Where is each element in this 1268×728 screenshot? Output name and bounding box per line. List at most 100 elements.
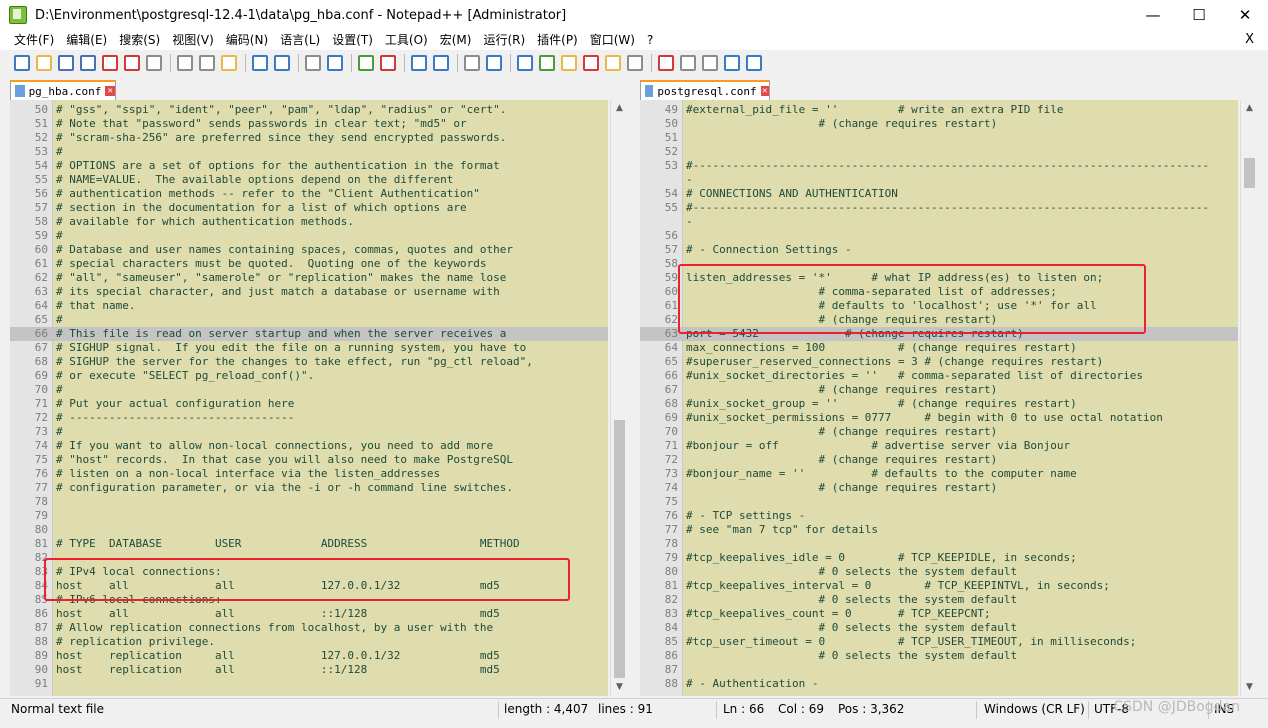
paste-icon[interactable] xyxy=(221,55,237,71)
code-line[interactable]: 50 # (change requires restart) xyxy=(640,117,1238,131)
close-window-button[interactable]: ✕ xyxy=(1222,0,1268,30)
code-line[interactable]: 75 xyxy=(640,495,1238,509)
folder-icon[interactable] xyxy=(605,55,621,71)
sync-h-icon[interactable] xyxy=(433,55,449,71)
code-line[interactable]: 52 # "scram-sha-256" are preferred since … xyxy=(10,131,608,145)
new-file-icon[interactable] xyxy=(14,55,30,71)
zoom-out-icon[interactable] xyxy=(380,55,396,71)
code-line[interactable]: 81 #tcp_keepalives_interval = 0 # TCP_KEE… xyxy=(640,579,1238,593)
code-line[interactable]: 63 port = 5432 # (change requires restart… xyxy=(640,327,1238,341)
code-line[interactable]: 53 #-------------------------------------… xyxy=(640,159,1238,173)
right-editor[interactable]: 49 #external_pid_file = '' # write an ext… xyxy=(640,100,1238,696)
tab-close-icon[interactable]: ✕ xyxy=(105,86,115,96)
menu-window[interactable]: 窗口(W) xyxy=(584,30,641,50)
code-line[interactable]: 75 # "host" records. In that case you wil… xyxy=(10,453,608,467)
code-line[interactable]: 66 #unix_socket_directories = '' # comma-… xyxy=(640,369,1238,383)
menu-edit[interactable]: 编辑(E) xyxy=(60,30,113,50)
sync-v-icon[interactable] xyxy=(411,55,427,71)
code-line[interactable]: - xyxy=(640,215,1238,229)
menu-run[interactable]: 运行(R) xyxy=(477,30,531,50)
copy-icon[interactable] xyxy=(199,55,215,71)
code-line[interactable]: 78 xyxy=(640,537,1238,551)
code-line[interactable]: 56 # authentication methods -- refer to t… xyxy=(10,187,608,201)
code-line[interactable]: 60 # Database and user names containing s… xyxy=(10,243,608,257)
code-line[interactable]: 80 # 0 selects the system default xyxy=(640,565,1238,579)
save-all-icon[interactable] xyxy=(80,55,96,71)
left-vertical-scrollbar[interactable]: ▲ ▼ xyxy=(610,100,628,696)
code-line[interactable]: 53 # xyxy=(10,145,608,159)
code-line[interactable]: 54 # OPTIONS are a set of options for the… xyxy=(10,159,608,173)
zoom-in-icon[interactable] xyxy=(358,55,374,71)
code-line[interactable]: 69 # or execute "SELECT pg_reload_conf()"… xyxy=(10,369,608,383)
code-line[interactable]: 50 # "gss", "sspi", "ident", "peer", "pam… xyxy=(10,103,608,117)
tab-close-icon[interactable]: ✕ xyxy=(760,86,769,96)
menu-encoding[interactable]: 编码(N) xyxy=(220,30,274,50)
code-line[interactable]: 69 #unix_socket_permissions = 0777 # begi… xyxy=(640,411,1238,425)
code-line[interactable]: 71 # Put your actual configuration here xyxy=(10,397,608,411)
code-line[interactable]: 72 # (change requires restart) xyxy=(640,453,1238,467)
code-line[interactable]: 86 host all all ::1/128 md5 xyxy=(10,607,608,621)
menu-file[interactable]: 文件(F) xyxy=(8,30,60,50)
code-line[interactable]: 68 # SIGHUP the server for the changes to… xyxy=(10,355,608,369)
code-line[interactable]: 62 # (change requires restart) xyxy=(640,313,1238,327)
monitor-icon[interactable] xyxy=(627,55,643,71)
menu-settings[interactable]: 设置(T) xyxy=(326,30,379,50)
print-icon[interactable] xyxy=(146,55,162,71)
code-line[interactable]: 87 # Allow replication connections from l… xyxy=(10,621,608,635)
menu-tools[interactable]: 工具(O) xyxy=(379,30,434,50)
code-line[interactable]: 78 xyxy=(10,495,608,509)
code-line[interactable]: 64 # that name. xyxy=(10,299,608,313)
code-line[interactable]: 83 #tcp_keepalives_count = 0 # TCP_KEEPCN… xyxy=(640,607,1238,621)
play-multi-icon[interactable] xyxy=(724,55,740,71)
indent-guide-icon[interactable] xyxy=(517,55,533,71)
code-line[interactable]: 82 xyxy=(10,551,608,565)
tab-postgresql-conf[interactable]: postgresql.conf ✕ xyxy=(640,80,770,100)
code-line[interactable]: 80 xyxy=(10,523,608,537)
code-line[interactable]: 73 #bonjour_name = '' # defaults to the c… xyxy=(640,467,1238,481)
close-document-button[interactable]: X xyxy=(1245,30,1254,50)
code-line[interactable]: 85 #tcp_user_timeout = 0 # TCP_USER_TIMEO… xyxy=(640,635,1238,649)
code-line[interactable]: 56 xyxy=(640,229,1238,243)
save-macro-icon[interactable] xyxy=(746,55,762,71)
code-line[interactable]: 58 # available for which authentication m… xyxy=(10,215,608,229)
close-all-icon[interactable] xyxy=(124,55,140,71)
code-line[interactable]: 73 # xyxy=(10,425,608,439)
stop-icon[interactable] xyxy=(680,55,696,71)
menu-search[interactable]: 搜索(S) xyxy=(113,30,166,50)
scroll-down-icon[interactable]: ▼ xyxy=(611,679,628,696)
code-line[interactable]: 71 #bonjour = off # advertise server via … xyxy=(640,439,1238,453)
code-line[interactable]: 89 host replication all 127.0.0.1/32 md5 xyxy=(10,649,608,663)
code-line[interactable]: 77 # configuration parameter, or via the … xyxy=(10,481,608,495)
code-line[interactable]: 63 # its special character, and just matc… xyxy=(10,285,608,299)
code-line[interactable]: 86 # 0 selects the system default xyxy=(640,649,1238,663)
save-icon[interactable] xyxy=(58,55,74,71)
close-icon[interactable] xyxy=(102,55,118,71)
code-line[interactable]: 55 # NAME=VALUE. The available options de… xyxy=(10,173,608,187)
code-line[interactable]: 58 xyxy=(640,257,1238,271)
code-line[interactable]: 84 # 0 selects the system default xyxy=(640,621,1238,635)
all-chars-icon[interactable] xyxy=(486,55,502,71)
code-line[interactable]: 59 listen_addresses = '*' # what IP addre… xyxy=(640,271,1238,285)
code-line[interactable]: 51 xyxy=(640,131,1238,145)
code-line[interactable]: 76 # - TCP settings - xyxy=(640,509,1238,523)
code-line[interactable]: 52 xyxy=(640,145,1238,159)
code-line[interactable]: 81 # TYPE DATABASE USER ADDRESS METHOD xyxy=(10,537,608,551)
code-line[interactable]: 87 xyxy=(640,663,1238,677)
minimize-button[interactable]: — xyxy=(1130,0,1176,30)
code-line[interactable]: 57 # section in the documentation for a l… xyxy=(10,201,608,215)
code-line[interactable]: 91 xyxy=(10,677,608,691)
menu-plugins[interactable]: 插件(P) xyxy=(531,30,584,50)
record-icon[interactable] xyxy=(658,55,674,71)
code-line[interactable]: 49 #external_pid_file = '' # write an ext… xyxy=(640,103,1238,117)
code-line[interactable]: 90 host replication all ::1/128 md5 xyxy=(10,663,608,677)
code-line[interactable]: 70 # (change requires restart) xyxy=(640,425,1238,439)
function-list-icon[interactable] xyxy=(583,55,599,71)
code-line[interactable]: 74 # (change requires restart) xyxy=(640,481,1238,495)
scroll-down-icon[interactable]: ▼ xyxy=(1241,679,1258,696)
menu-help[interactable]: ? xyxy=(641,30,659,50)
code-line[interactable]: 82 # 0 selects the system default xyxy=(640,593,1238,607)
undo-icon[interactable] xyxy=(252,55,268,71)
pane-splitter[interactable] xyxy=(628,78,638,696)
menu-view[interactable]: 视图(V) xyxy=(166,30,220,50)
tab-pg-hba[interactable]: pg_hba.conf ✕ xyxy=(10,80,116,100)
